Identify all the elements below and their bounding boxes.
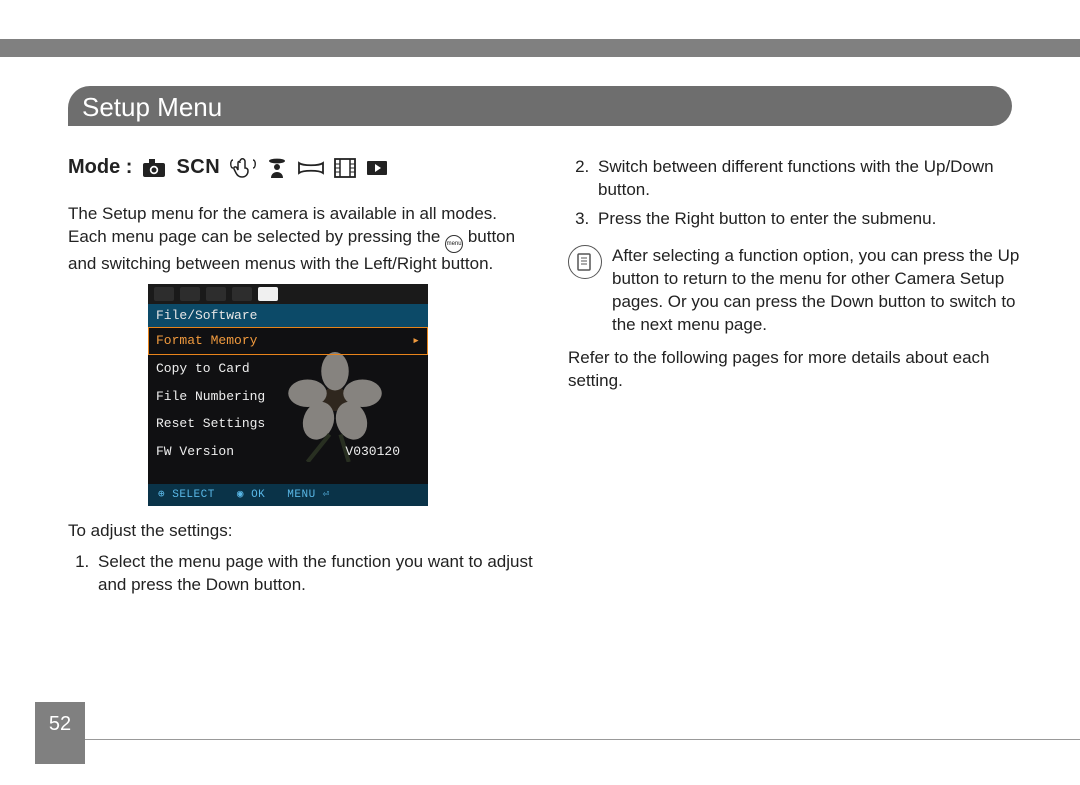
section-title: Setup Menu bbox=[82, 92, 222, 122]
panorama-icon bbox=[298, 161, 324, 175]
footer-rule bbox=[85, 739, 1080, 740]
lcd-item-copy: Copy to Card bbox=[148, 355, 428, 383]
adjust-heading: To adjust the settings: bbox=[68, 520, 540, 543]
top-decor-bar bbox=[0, 39, 1080, 57]
lcd-item-reset: Reset Settings bbox=[148, 410, 428, 438]
lcd-category: File/Software bbox=[148, 304, 428, 328]
mode-label: Mode : bbox=[68, 154, 132, 181]
closing-paragraph: Refer to the following pages for more de… bbox=[568, 347, 1040, 393]
lcd-menu-hint: MENU ⏎ bbox=[287, 488, 330, 503]
lcd-ok-hint: ◉ OK bbox=[237, 488, 265, 503]
right-column: Switch between different functions with … bbox=[568, 148, 1040, 705]
note-block: After selecting a function option, you c… bbox=[568, 245, 1040, 337]
manual-page: Setup Menu Mode : SCN bbox=[0, 0, 1080, 785]
mode-scn-icon: SCN bbox=[176, 154, 220, 181]
note-text: After selecting a function option, you c… bbox=[612, 245, 1040, 337]
intro-text-a: The Setup menu for the camera is availab… bbox=[68, 204, 497, 246]
lcd-select-hint: ⊕ SELECT bbox=[158, 488, 215, 503]
lcd-footer: ⊕ SELECT ◉ OK MENU ⏎ bbox=[148, 484, 428, 506]
note-icon bbox=[568, 245, 602, 279]
mode-row: Mode : SCN bbox=[68, 154, 540, 181]
section-header: Setup Menu bbox=[68, 86, 1012, 126]
page-number: 52 bbox=[49, 713, 71, 736]
left-column: Mode : SCN bbox=[68, 148, 540, 705]
antishake-icon bbox=[230, 157, 256, 179]
lcd-item-format: Format Memory bbox=[148, 327, 428, 355]
step-3: Press the Right button to enter the subm… bbox=[594, 208, 1040, 231]
page-number-tab: 52 bbox=[35, 702, 85, 764]
step-2: Switch between different functions with … bbox=[594, 156, 1040, 202]
step-1: Select the menu page with the function y… bbox=[94, 551, 540, 597]
portrait-icon bbox=[266, 157, 288, 179]
lcd-item-fw: FW Version V030120 bbox=[148, 438, 428, 466]
camera-icon bbox=[142, 158, 166, 178]
left-steps: Select the menu page with the function y… bbox=[68, 551, 540, 597]
playback-icon bbox=[366, 160, 388, 176]
page-content: Mode : SCN bbox=[68, 148, 1040, 705]
lcd-tab-bar bbox=[148, 284, 428, 304]
camera-lcd-screenshot: File/Software Format Memory Copy to Card… bbox=[148, 284, 428, 506]
menu-button-icon: menu bbox=[445, 235, 463, 253]
right-steps: Switch between different functions with … bbox=[568, 156, 1040, 231]
intro-paragraph: The Setup menu for the camera is availab… bbox=[68, 203, 540, 276]
lcd-item-numbering: File Numbering bbox=[148, 383, 428, 411]
movie-icon bbox=[334, 158, 356, 178]
